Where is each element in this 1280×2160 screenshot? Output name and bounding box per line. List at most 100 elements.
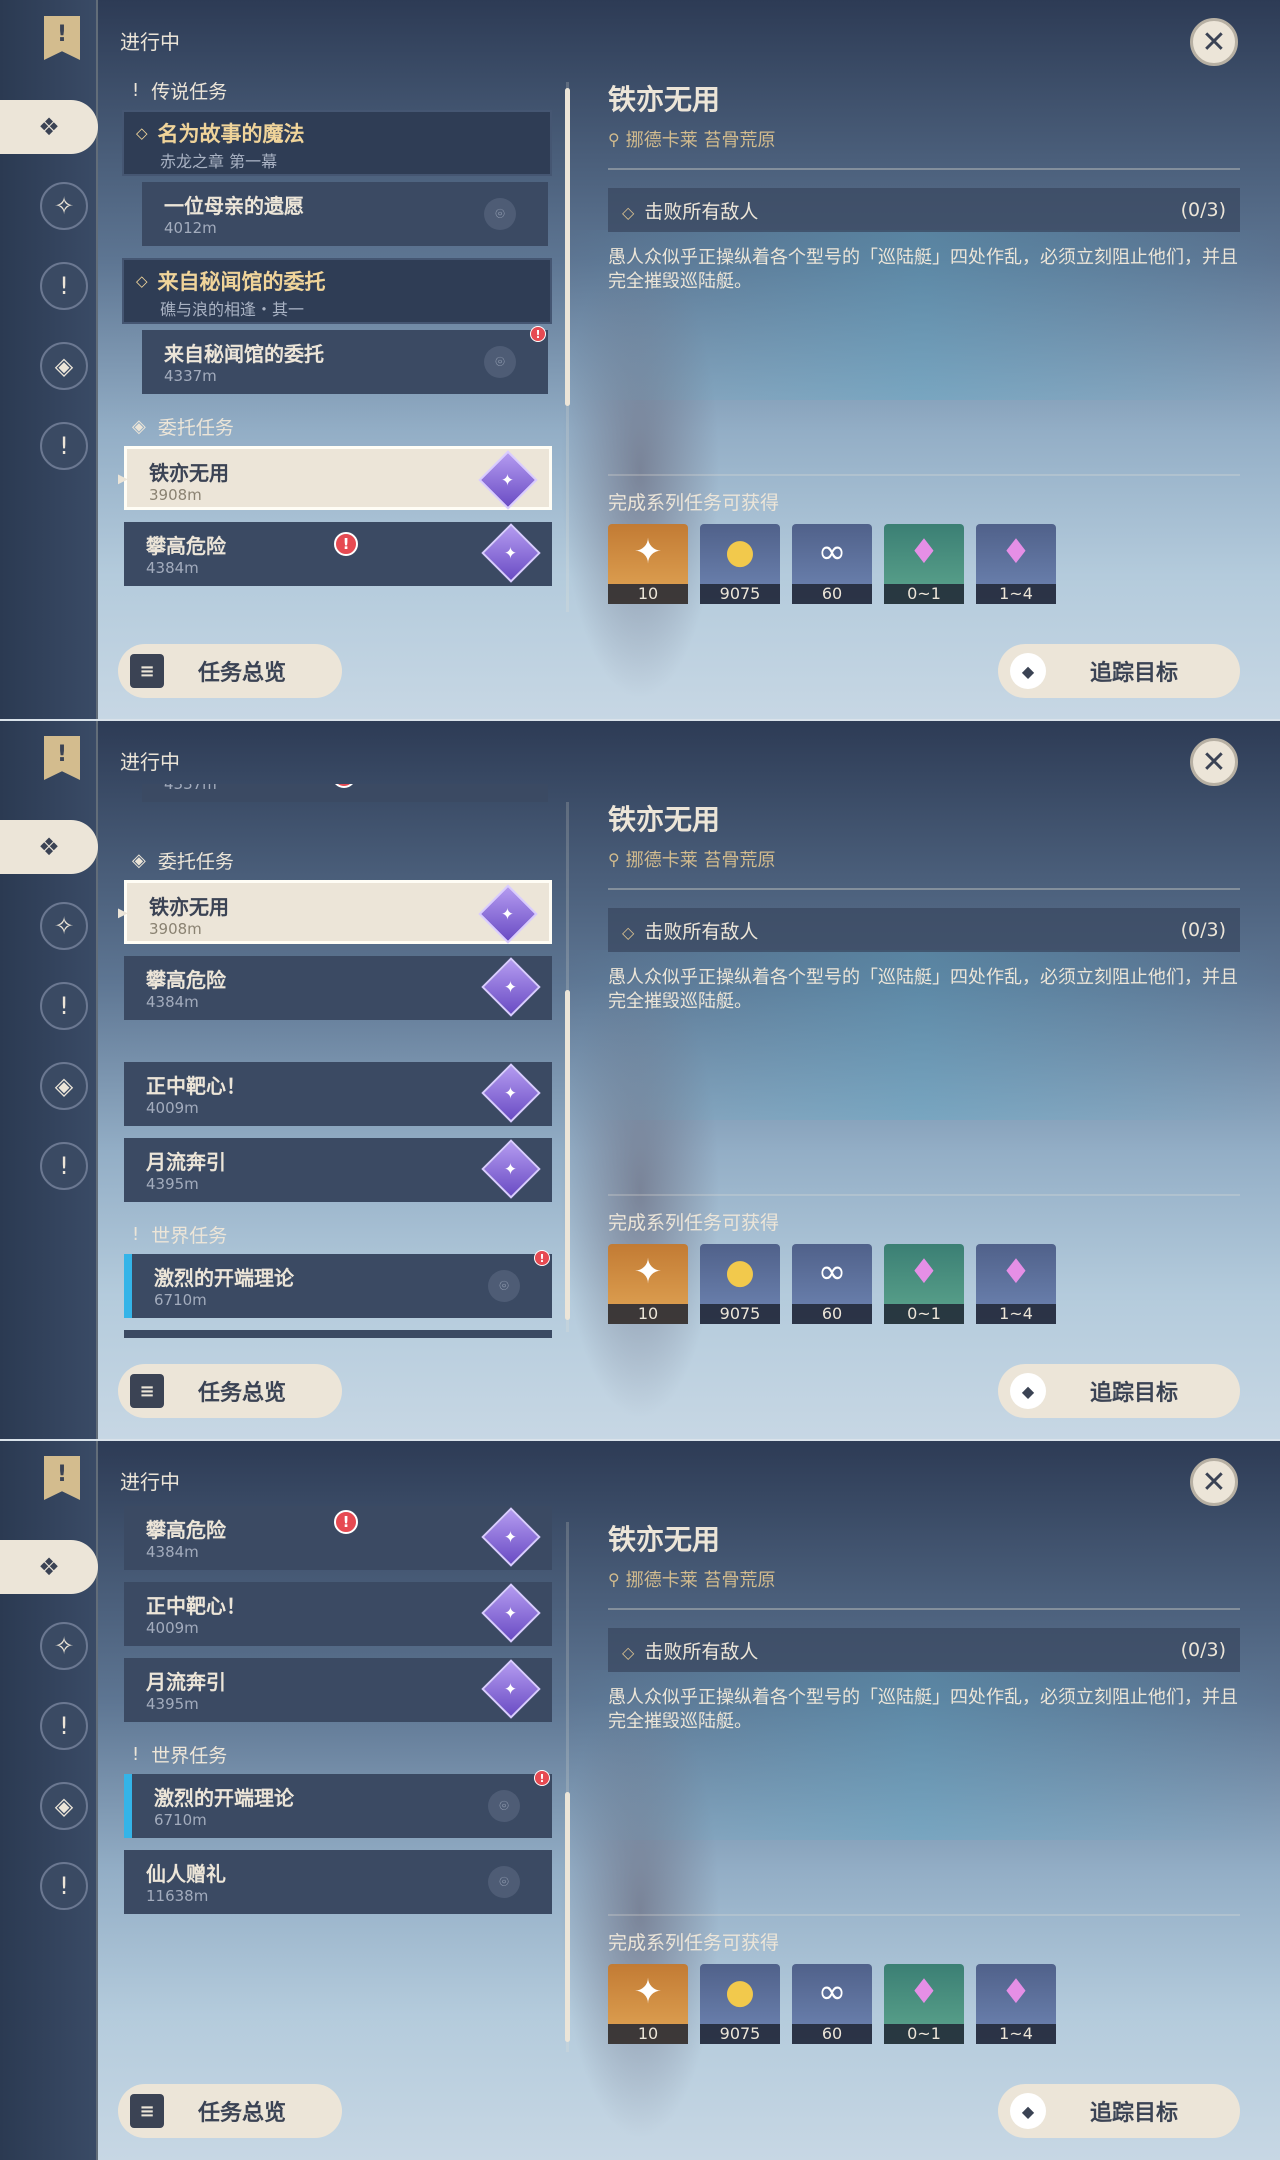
track-diamond-icon: ◆	[1010, 1373, 1046, 1409]
quest-detail: 铁亦无用 ⚲ 挪德卡莱 苔骨荒原 ◇ 击败所有敌人 (0/3) 愚人众似乎正操纵着各…	[608, 78, 1240, 604]
reward-primogem[interactable]: ✦ 10	[608, 524, 688, 604]
reward-mora[interactable]: ● 9075	[700, 1244, 780, 1324]
quest-list[interactable]: 攀高危险 4384m ! ✦ 正中靶心！ 4009m ✦ 月流奔引 4395m …	[118, 1506, 558, 2054]
quest-title: 月流奔引	[146, 1670, 226, 1694]
section-label: 传说任务	[151, 80, 228, 103]
reward-mora[interactable]: ● 9075	[700, 1964, 780, 2044]
archon-quest-icon[interactable]: ✧	[40, 182, 88, 230]
bookmark-icon[interactable]: !	[44, 736, 80, 780]
quest-title: 正中靶心！	[146, 1074, 246, 1098]
reward-crystal[interactable]: ♦ 1~4	[976, 1964, 1056, 2044]
close-button[interactable]: ✕	[1190, 1458, 1238, 1506]
quest-item-target[interactable]: 正中靶心！ 4009m ✦	[124, 1062, 552, 1126]
quest-item-target[interactable]: 正中靶心！ 4009m ✦	[124, 1582, 552, 1646]
bookmark-icon[interactable]: !	[44, 1456, 80, 1500]
track-diamond-icon: ◆	[1010, 2093, 1046, 2129]
track-target-button[interactable]: ◆ 追踪目标	[998, 2084, 1240, 2138]
quest-group-legend2[interactable]: ◇ 来自秘闻馆的委托 礁与浪的相逢・其一	[122, 258, 552, 324]
quest-diamond-icon: ◇	[136, 272, 148, 290]
mora-icon: ●	[725, 1972, 755, 2012]
quest-distance: 4012m	[164, 219, 217, 237]
story-quest-icon[interactable]: !	[40, 262, 88, 310]
commission-icon[interactable]: ◈	[40, 342, 88, 390]
quest-list-icon[interactable]: ❖	[0, 1540, 98, 1594]
quest-item-iron[interactable]: ▶ 铁亦无用 3908m ✦	[118, 446, 552, 510]
map-pin-icon[interactable]: ⌾	[488, 1270, 520, 1302]
map-pin-icon[interactable]: ⌾	[488, 1790, 520, 1822]
quest-item-climb[interactable]: 攀高危险 4384m ✦	[124, 956, 552, 1020]
quest-overview-button[interactable]: ≡ 任务总览	[118, 2084, 342, 2138]
quest-list-commission[interactable]: ◈ 委托任务 ▶ 铁亦无用 3908m ✦ 攀高危险 4384m ✦	[118, 840, 558, 1062]
map-pin-icon[interactable]: ⌾	[484, 198, 516, 230]
archon-quest-icon[interactable]: ✧	[40, 902, 88, 950]
quest-item-mother[interactable]: 一位母亲的遗愿 4012m ⌾	[142, 182, 548, 246]
reward-fate[interactable]: ∞ 60	[792, 1244, 872, 1324]
close-button[interactable]: ✕	[1190, 18, 1238, 66]
reward-crystal-chunk[interactable]: ♦ 0~1	[884, 524, 964, 604]
track-target-button[interactable]: ◆ 追踪目标	[998, 1364, 1240, 1418]
quest-item-gift[interactable]: 仙人赠礼 11638m ⌾	[124, 1330, 552, 1338]
quest-item-secret[interactable]: 来自秘闻馆的委托 4337m ⌾ !	[142, 326, 548, 394]
alert-icon: !	[534, 1250, 550, 1266]
quest-list-lower[interactable]: 正中靶心！ 4009m ✦ 月流奔引 4395m ✦ ! 世界任务 激烈的开端理论…	[118, 1062, 558, 1338]
objective-diamond-icon: ◇	[622, 1642, 635, 1662]
commission-icon[interactable]: ◈	[40, 1062, 88, 1110]
group-title: 来自秘闻馆的委托	[157, 270, 326, 294]
sidebar-rail	[96, 0, 98, 720]
quest-item-secret[interactable]: 来自秘闻馆的委托 4337m !	[142, 784, 548, 802]
objective-row: ◇ 击败所有敌人 (0/3)	[608, 1628, 1240, 1672]
reward-count: 10	[608, 1304, 688, 1324]
scroll-thumb[interactable]	[565, 990, 570, 1320]
reward-crystal-chunk[interactable]: ♦ 0~1	[884, 1244, 964, 1324]
quest-list-icon[interactable]: ❖	[0, 100, 98, 154]
quest-overview-button[interactable]: ≡ 任务总览	[118, 1364, 342, 1418]
quest-item-fierce[interactable]: 激烈的开端理论 6710m ⌾ !	[124, 1770, 552, 1838]
quest-item-climb[interactable]: 攀高危险 4384m ! ✦	[124, 1506, 552, 1570]
reward-fate[interactable]: ∞ 60	[792, 524, 872, 604]
commission-icon[interactable]: ◈	[40, 1782, 88, 1830]
objective-progress: (0/3)	[1180, 919, 1226, 941]
objective-row: ◇ 击败所有敌人 (0/3)	[608, 188, 1240, 232]
quest-distance: 4384m	[146, 559, 199, 577]
section-commission: ◈ 委托任务	[118, 840, 558, 880]
quest-item-gift[interactable]: 仙人赠礼 11638m ⌾	[124, 1850, 552, 1914]
world-quest-icon[interactable]: !	[40, 1862, 88, 1910]
quest-screen-3: ! ❖ ✧ ! ◈ ! 进行中 ✕ 攀高危险 4384m ! ✦ 正中靶心！ 4…	[0, 1440, 1280, 2160]
world-quest-icon[interactable]: !	[40, 1142, 88, 1190]
archon-quest-icon[interactable]: ✧	[40, 1622, 88, 1670]
reward-count: 0~1	[884, 584, 964, 604]
quest-title: 月流奔引	[146, 1150, 226, 1174]
quest-list-icon[interactable]: ❖	[0, 820, 98, 874]
notebook-icon: ≡	[130, 654, 164, 688]
world-quest-icon[interactable]: !	[40, 422, 88, 470]
scroll-thumb[interactable]	[565, 88, 570, 406]
reward-primogem[interactable]: ✦ 10	[608, 1244, 688, 1324]
map-pin-icon[interactable]: ⌾	[488, 1866, 520, 1898]
commission-icon: ◈	[132, 415, 146, 437]
bookmark-icon[interactable]: !	[44, 16, 80, 60]
quest-item-moon[interactable]: 月流奔引 4395m ✦	[124, 1138, 552, 1202]
reward-mora[interactable]: ● 9075	[700, 524, 780, 604]
reward-count: 1~4	[976, 1304, 1056, 1324]
scroll-thumb[interactable]	[565, 1792, 570, 2042]
reward-crystal[interactable]: ♦ 1~4	[976, 1244, 1056, 1324]
quest-detail: 铁亦无用 ⚲ 挪德卡莱 苔骨荒原 ◇ 击败所有敌人 (0/3) 愚人众似乎正操纵着各…	[608, 1518, 1240, 2044]
quest-item-climb[interactable]: 攀高危险 4384m ! ✦	[124, 522, 552, 586]
track-target-button[interactable]: ◆ 追踪目标	[998, 644, 1240, 698]
reward-fate[interactable]: ∞ 60	[792, 1964, 872, 2044]
quest-screen-1: ! ❖ ✧ ! ◈ ! 进行中 ✕ ! 传说任务 ◇ 名为故事的魔法 赤龙之章 第一…	[0, 0, 1280, 720]
reward-crystal[interactable]: ♦ 1~4	[976, 524, 1056, 604]
quest-item-iron[interactable]: ▶ 铁亦无用 3908m ✦	[118, 880, 552, 944]
quest-item-moon[interactable]: 月流奔引 4395m ✦	[124, 1658, 552, 1722]
map-pin-icon[interactable]: ⌾	[484, 346, 516, 378]
reward-crystal-chunk[interactable]: ♦ 0~1	[884, 1964, 964, 2044]
story-quest-icon[interactable]: !	[40, 1702, 88, 1750]
story-quest-icon[interactable]: !	[40, 982, 88, 1030]
quest-list[interactable]: ! 传说任务 ◇ 名为故事的魔法 赤龙之章 第一幕 一位母亲的遗愿 4012m ⌾ …	[118, 70, 558, 618]
quest-group-legend1[interactable]: ◇ 名为故事的魔法 赤龙之章 第一幕	[122, 110, 552, 176]
quest-item-fierce[interactable]: 激烈的开端理论 6710m ⌾ !	[124, 1250, 552, 1318]
quest-overview-button[interactable]: ≡ 任务总览	[118, 644, 342, 698]
close-button[interactable]: ✕	[1190, 738, 1238, 786]
reward-primogem[interactable]: ✦ 10	[608, 1964, 688, 2044]
quest-title: 激烈的开端理论	[154, 1786, 294, 1810]
